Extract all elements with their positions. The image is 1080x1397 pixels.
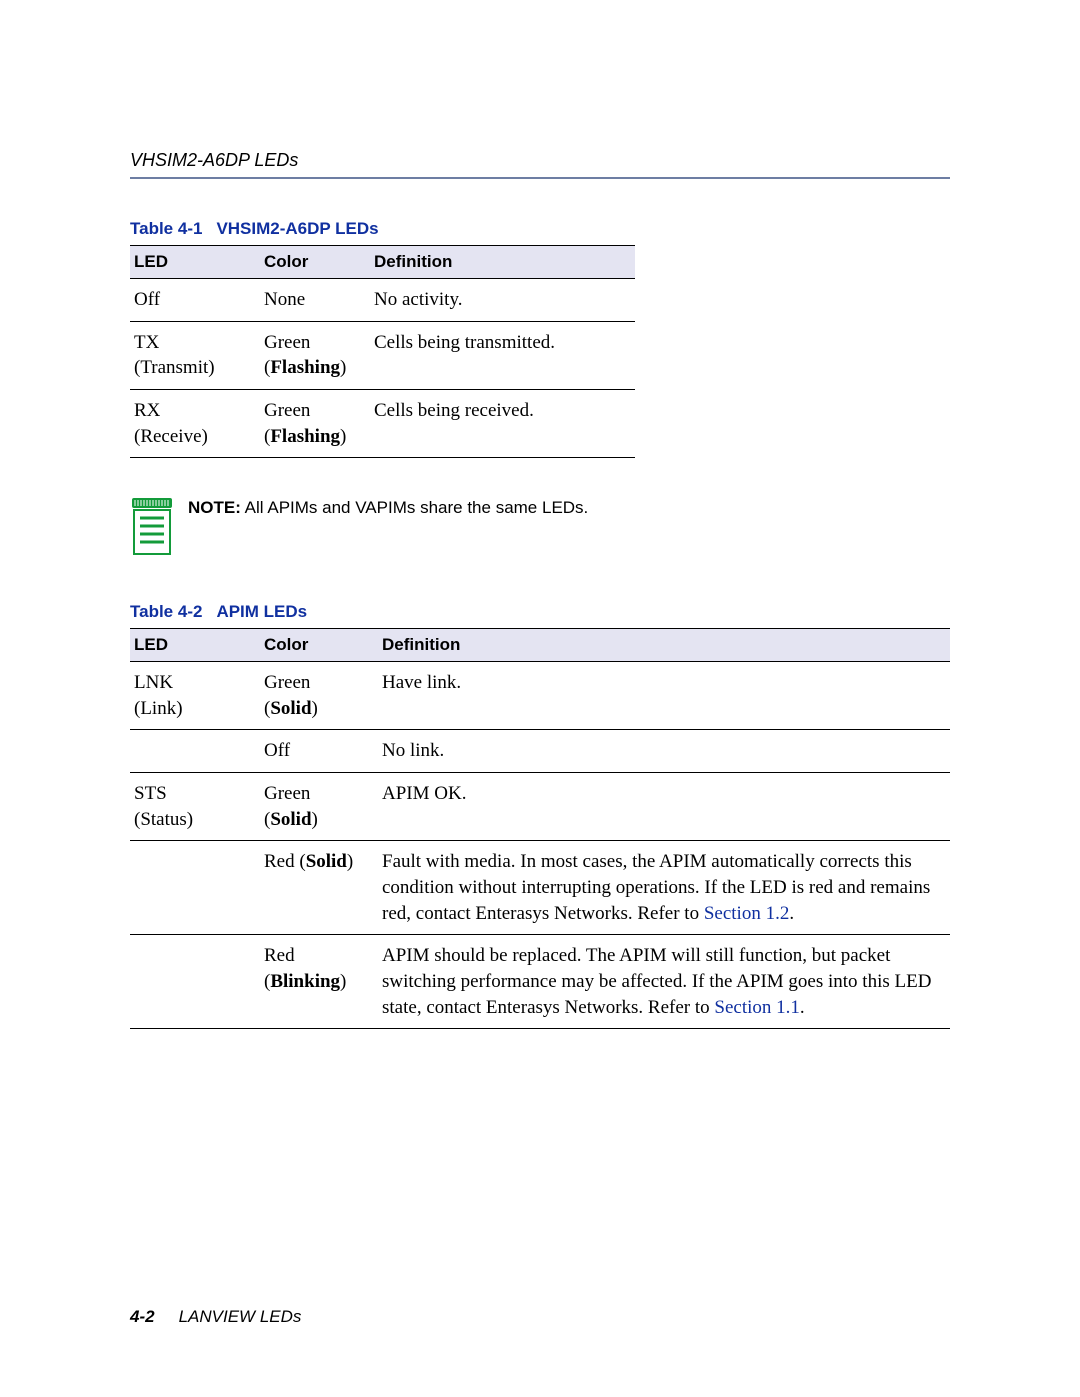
table2-header-led: LED: [130, 629, 260, 662]
cell-color: Red (Solid): [264, 851, 353, 872]
cell-color: Green: [264, 398, 360, 424]
cell-definition: APIM OK.: [382, 783, 466, 804]
cell-color-mod: (Flashing): [264, 424, 360, 450]
note-text: NOTE: All APIMs and VAPIMs share the sam…: [188, 496, 588, 518]
table1-caption: Table 4-1 VHSIM2-A6DP LEDs: [130, 219, 950, 239]
table2-header-color: Color: [260, 629, 378, 662]
cell-color: Red: [264, 943, 368, 969]
table2-caption-title: APIM LEDs: [216, 602, 307, 621]
note-icon: [130, 496, 174, 562]
table1-caption-number: Table 4-1: [130, 219, 202, 238]
table-row: LNK (Link) Green (Solid) Have link.: [130, 662, 950, 730]
link-section-1-2[interactable]: Section 1.2: [704, 903, 790, 924]
cell-definition: Have link.: [382, 672, 461, 693]
table-row: Off None No activity.: [130, 279, 635, 322]
note-body: All APIMs and VAPIMs share the same LEDs…: [241, 498, 588, 517]
table1-caption-title: VHSIM2-A6DP LEDs: [216, 219, 378, 238]
table1-header-definition: Definition: [370, 246, 635, 279]
cell-led: RX: [134, 398, 250, 424]
cell-led-sub: (Status): [134, 807, 250, 833]
table-row: RX (Receive) Green (Flashing) Cells bein…: [130, 389, 635, 457]
cell-color: Green: [264, 781, 368, 807]
cell-led: TX: [134, 330, 250, 356]
table2-caption-number: Table 4-2: [130, 602, 202, 621]
cell-definition: APIM should be replaced. The APIM will s…: [378, 935, 950, 1029]
table2: LED Color Definition LNK (Link) Green (S…: [130, 628, 950, 1029]
cell-definition: Fault with media. In most cases, the API…: [378, 841, 950, 935]
cell-color-mod: (Flashing): [264, 355, 360, 381]
cell-color-mod: (Blinking): [264, 969, 368, 995]
cell-definition: No activity.: [374, 289, 462, 310]
cell-color-mod: (Solid): [264, 807, 368, 833]
table-row: Off No link.: [130, 730, 950, 773]
table1-header-led: LED: [130, 246, 260, 279]
table-row: Red (Blinking) APIM should be replaced. …: [130, 935, 950, 1029]
page-number: 4-2: [130, 1307, 155, 1326]
note-label: NOTE:: [188, 498, 241, 517]
page-header: VHSIM2-A6DP LEDs: [130, 150, 950, 179]
cell-led: Off: [134, 289, 160, 310]
table2-caption: Table 4-2 APIM LEDs: [130, 602, 950, 622]
note-block: NOTE: All APIMs and VAPIMs share the sam…: [130, 496, 950, 562]
footer-section: LANVIEW LEDs: [179, 1307, 302, 1326]
cell-led: LNK: [134, 670, 250, 696]
cell-led-sub: (Transmit): [134, 355, 250, 381]
table-row: Red (Solid) Fault with media. In most ca…: [130, 841, 950, 935]
table-row: TX (Transmit) Green (Flashing) Cells bei…: [130, 321, 635, 389]
cell-color: Green: [264, 330, 360, 356]
cell-definition: No link.: [382, 740, 444, 761]
cell-led-sub: (Link): [134, 696, 250, 722]
cell-definition: Cells being transmitted.: [374, 332, 555, 353]
table-row: STS (Status) Green (Solid) APIM OK.: [130, 773, 950, 841]
page-footer: 4-2 LANVIEW LEDs: [130, 1307, 301, 1327]
table1-header-color: Color: [260, 246, 370, 279]
cell-color: Off: [264, 740, 290, 761]
cell-color-mod: (Solid): [264, 696, 368, 722]
cell-color: None: [264, 289, 305, 310]
link-section-1-1[interactable]: Section 1.1: [714, 997, 800, 1018]
cell-led-sub: (Receive): [134, 424, 250, 450]
table1: LED Color Definition Off None No activit…: [130, 245, 635, 458]
cell-color: Green: [264, 670, 368, 696]
cell-definition: Cells being received.: [374, 400, 534, 421]
table2-header-definition: Definition: [378, 629, 950, 662]
cell-led: STS: [134, 781, 250, 807]
